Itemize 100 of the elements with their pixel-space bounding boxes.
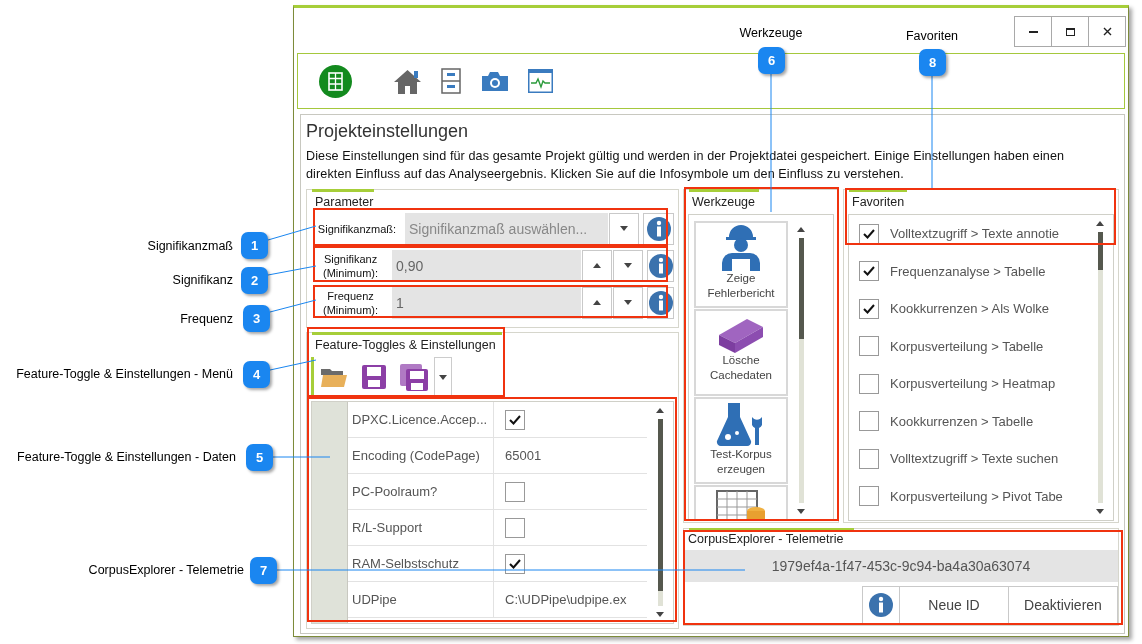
checkbox[interactable]: [859, 486, 879, 507]
description-text: Diese Einstellungen sind für das gesamte Projekt gültig und werden in der Projektdatei gespeichert. Einige Einstellungen haben einen direkten Einfluss auf das Analyseergebnis. Klicken Sie auf die Infosymbole um den Einfluss zu verstehen.: [306, 148, 1066, 183]
callout-badge: 8: [919, 49, 946, 76]
checkbox[interactable]: [859, 336, 879, 357]
setting-name: PC-Poolraum?: [348, 474, 494, 509]
home-icon[interactable]: [394, 68, 421, 94]
info-icon: [869, 593, 893, 617]
scroll-up-icon: [797, 227, 805, 232]
cabinet-icon[interactable]: [441, 68, 461, 94]
field-label: Signifikanz (Minimum):: [322, 251, 380, 280]
checkbox[interactable]: [859, 373, 879, 394]
leader-line: [269, 359, 317, 371]
checkbox[interactable]: [859, 223, 879, 244]
info-button[interactable]: [862, 586, 900, 624]
checkbox[interactable]: [505, 481, 525, 502]
scroll-down-icon: [797, 509, 805, 514]
callout-label: CorpusExplorer - Telemetrie: [88, 563, 244, 577]
setting-value: C:\UDPipe\udpipe.ex: [504, 591, 628, 609]
group-title: CorpusExplorer - Telemetrie: [687, 531, 845, 547]
maximize-button[interactable]: [1051, 16, 1089, 47]
checkbox[interactable]: [505, 553, 525, 574]
scroll-up-icon: [1096, 221, 1104, 226]
up-arrow-icon: [593, 263, 602, 268]
check-mark-icon: [509, 414, 521, 425]
down-arrow-icon: [624, 300, 633, 305]
favorite-label: Volltextzugriff > Texte annotie: [890, 226, 1059, 242]
favorite-label: Korpusverteilung > Tabelle: [890, 338, 1044, 354]
info-icon: [648, 253, 673, 278]
leader-line: [272, 456, 331, 458]
select-field[interactable]: Signifikanzmaß auswählen...: [405, 212, 608, 245]
tool-tile[interactable]: Lösche Cachedaten: [694, 309, 788, 396]
floppies-icon: [400, 363, 428, 391]
maximize-icon: [1065, 27, 1075, 36]
up-arrow-icon: [593, 300, 602, 305]
floppy-icon: [362, 365, 386, 389]
field-label: Frequenz (Minimum):: [322, 288, 380, 317]
setting-name: RAM-Selbstschutz: [348, 546, 494, 581]
dropdown-button[interactable]: [609, 212, 639, 245]
favorite-label: Kookkurrenzen > Tabelle: [890, 413, 1034, 429]
minimize-icon: [1028, 30, 1038, 33]
number-field[interactable]: 0,90: [392, 249, 582, 282]
monitor-pulse-icon[interactable]: [528, 69, 553, 93]
more-button[interactable]: [434, 357, 452, 397]
decrement-button[interactable]: [613, 249, 644, 282]
callout-badge: 4: [243, 361, 270, 388]
worker-icon: [720, 225, 762, 271]
leader-line: [267, 225, 317, 241]
callout-label: Signifikanzmaß: [147, 239, 233, 253]
callout-label: Frequenz: [180, 312, 233, 326]
favorite-label: Korpusverteilung > Pivot Tabe: [890, 488, 1063, 504]
down-arrow-icon: [624, 263, 633, 268]
scroll-down-icon: [656, 612, 664, 617]
info-button[interactable]: [643, 212, 674, 245]
field-label: Signifikanzmaß:: [316, 221, 398, 236]
folder-icon: [321, 367, 347, 387]
check-mark-icon: [863, 303, 875, 314]
checkbox[interactable]: [859, 261, 879, 282]
setting-name: DPXC.Licence.Accep...: [348, 402, 494, 437]
checkbox[interactable]: [859, 298, 879, 319]
tool-tile[interactable]: Test-Korpus erzeugen: [694, 397, 788, 484]
leader-line: [267, 265, 317, 276]
favorite-label: Frequenzanalyse > Tabelle: [890, 263, 1046, 279]
callout-label: Feature-Toggle & Einstellungen - Daten: [17, 450, 236, 464]
callout-badge: 3: [243, 305, 270, 332]
scroll-down-icon: [1096, 509, 1104, 514]
check-mark-icon: [863, 228, 875, 239]
check-mark-icon: [509, 558, 521, 569]
checkbox[interactable]: [505, 409, 525, 430]
caret-icon: [439, 374, 447, 380]
checkbox[interactable]: [505, 517, 525, 538]
tool-tile[interactable]: Zeige Fehlerbericht: [694, 221, 788, 308]
camera-icon[interactable]: [482, 71, 508, 91]
callout-badge: 5: [246, 444, 273, 471]
info-button[interactable]: [647, 249, 674, 282]
setting-name: R/L-Support: [348, 510, 494, 545]
group-title: Werkzeuge: [691, 194, 756, 210]
callout-badge: 1: [241, 232, 268, 259]
checkbox[interactable]: [859, 411, 879, 432]
info-icon: [648, 290, 673, 315]
callout-badge: 7: [250, 557, 277, 584]
favorite-label: Korpusverteilung > Heatmap: [890, 376, 1056, 392]
scroll-up-icon: [656, 408, 664, 413]
close-icon: [1102, 27, 1112, 36]
increment-button[interactable]: [582, 249, 613, 282]
check-mark-icon: [863, 266, 875, 277]
info-icon: [646, 216, 671, 241]
checkbox[interactable]: [859, 448, 879, 469]
callout-badge: 6: [758, 47, 785, 74]
page-title: Projekteinstellungen: [306, 121, 470, 143]
callout-label: Favoriten: [905, 29, 959, 43]
setting-name: UDPipe: [348, 582, 494, 617]
down-arrow-icon: [620, 226, 628, 231]
table-database-icon: [716, 489, 766, 519]
group-title: Parameter: [314, 194, 375, 210]
callout-badge: 2: [241, 267, 268, 294]
group-title: Feature-Toggles & Einstellungen: [314, 337, 497, 353]
callout-label: Feature-Toggle & Einstellungen - Menü: [16, 367, 233, 381]
telemetry-button[interactable]: Deaktivieren: [1008, 586, 1118, 624]
leader-line: [269, 299, 317, 313]
callout-label: Signifikanz: [172, 273, 233, 287]
